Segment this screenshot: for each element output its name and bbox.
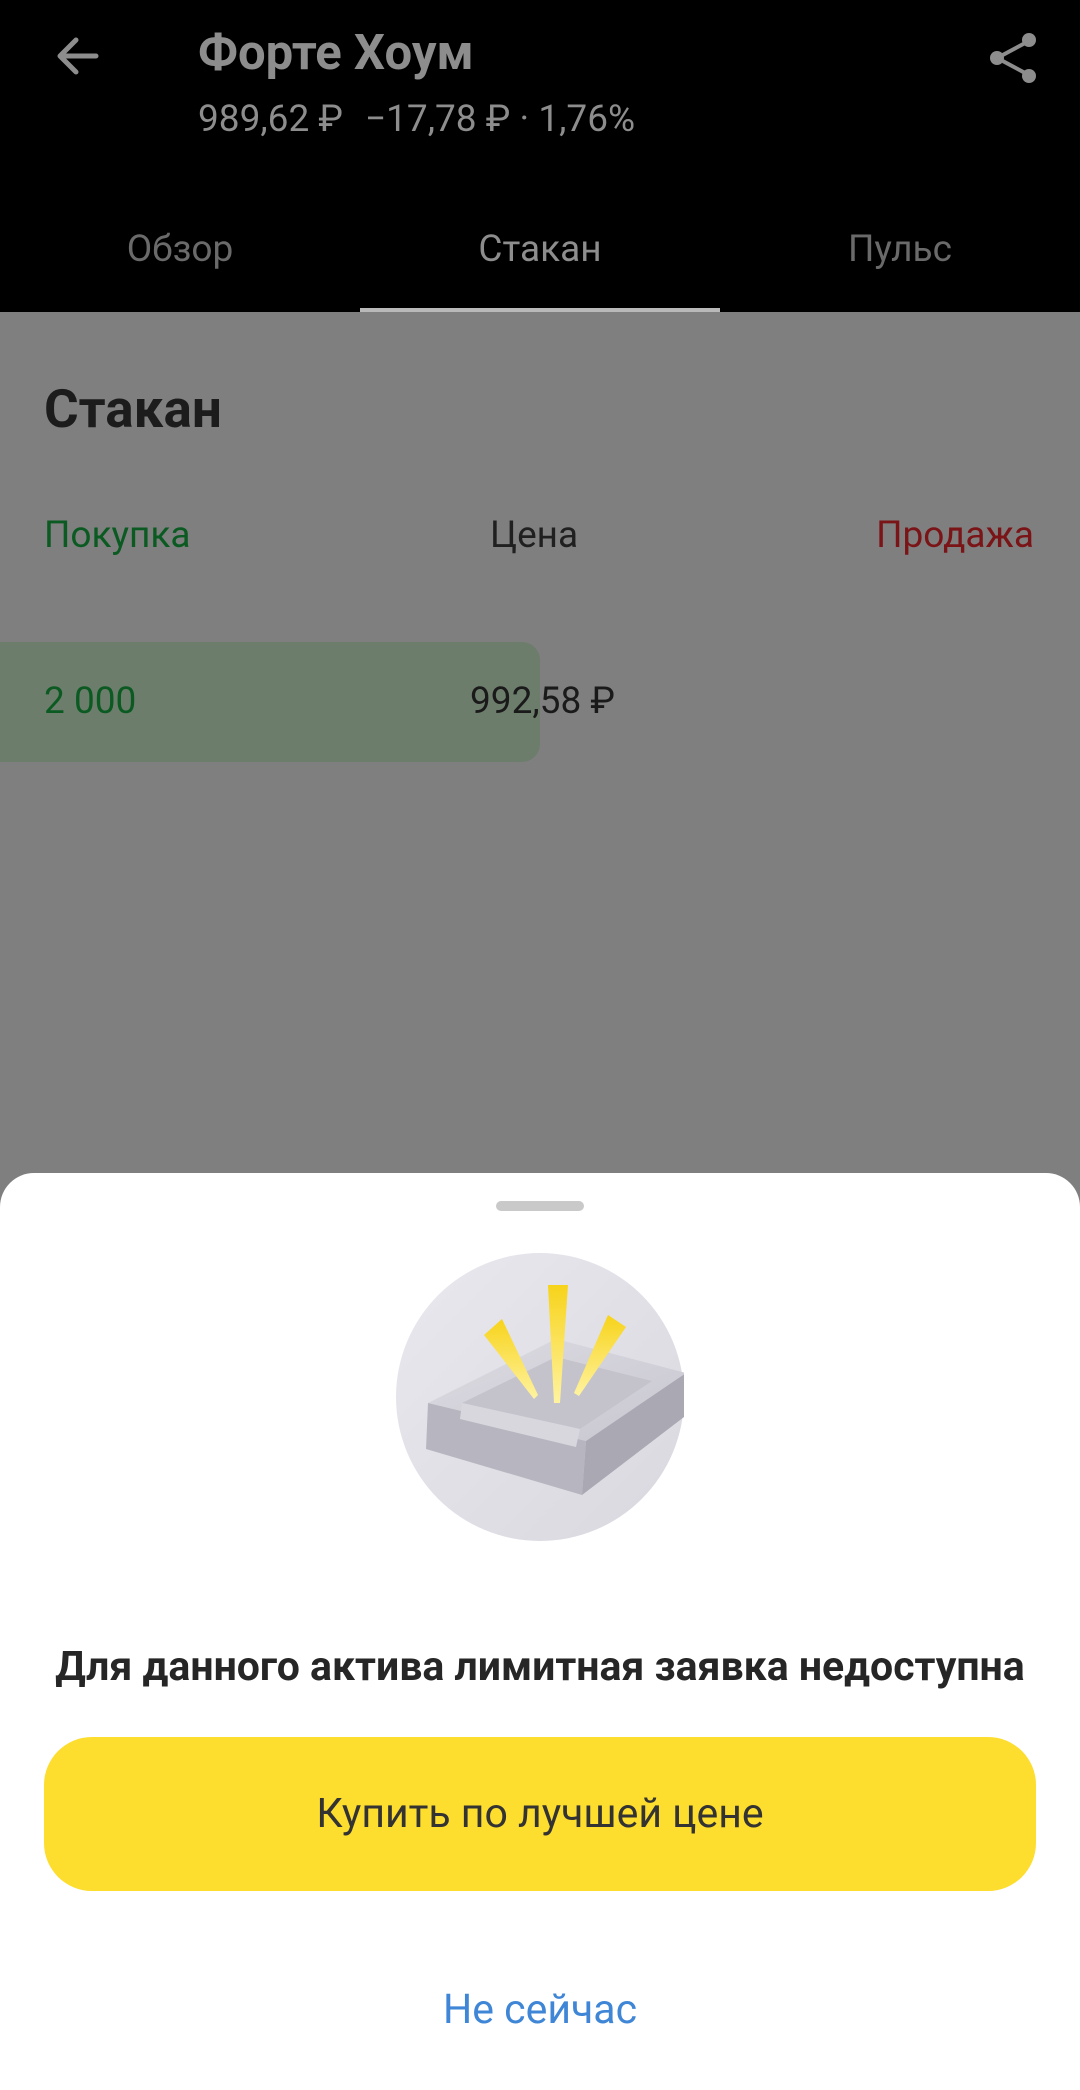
share-button[interactable]: [978, 22, 1050, 94]
order-price[interactable]: 992,58 ₽: [470, 680, 615, 723]
sheet-drag-handle[interactable]: [496, 1201, 584, 1211]
limit-order-unavailable-message: Для данного актива лимитная заявка недос…: [55, 1643, 1025, 1691]
not-now-button[interactable]: Не сейчас: [340, 1965, 740, 2055]
price-summary: 989,62 ₽ −17,78 ₽ · 1,76%: [198, 98, 635, 141]
column-header-price: Цена: [490, 514, 579, 557]
tab-bar: Обзор Стакан Пульс: [0, 210, 1080, 314]
share-icon: [990, 33, 1036, 83]
arrow-left-icon: [57, 37, 99, 75]
order-book-title: Стакан: [44, 378, 222, 440]
tab-order-book[interactable]: Стакан: [360, 210, 720, 314]
column-header-sell: Продажа: [876, 514, 1034, 557]
top-app-bar: Форте Хоум 989,62 ₽ −17,78 ₽ · 1,76% Обзо…: [0, 0, 1080, 314]
screen: Форте Хоум 989,62 ₽ −17,78 ₽ · 1,76% Обзо…: [0, 0, 1080, 2090]
buy-quantity[interactable]: 2 000: [44, 680, 136, 723]
price-change: −17,78 ₽ · 1,76%: [364, 98, 636, 141]
page-title: Форте Хоум: [198, 24, 474, 81]
column-header-buy: Покупка: [44, 514, 191, 557]
current-price: 989,62 ₽: [198, 98, 343, 141]
tab-overview[interactable]: Обзор: [0, 210, 360, 312]
empty-tray-icon: [396, 1253, 684, 1541]
bottom-sheet: Для данного актива лимитная заявка недос…: [0, 1173, 1080, 2090]
back-button[interactable]: [44, 22, 112, 90]
tab-pulse[interactable]: Пульс: [720, 210, 1080, 312]
buy-best-price-button[interactable]: Купить по лучшей цене: [44, 1737, 1036, 1891]
